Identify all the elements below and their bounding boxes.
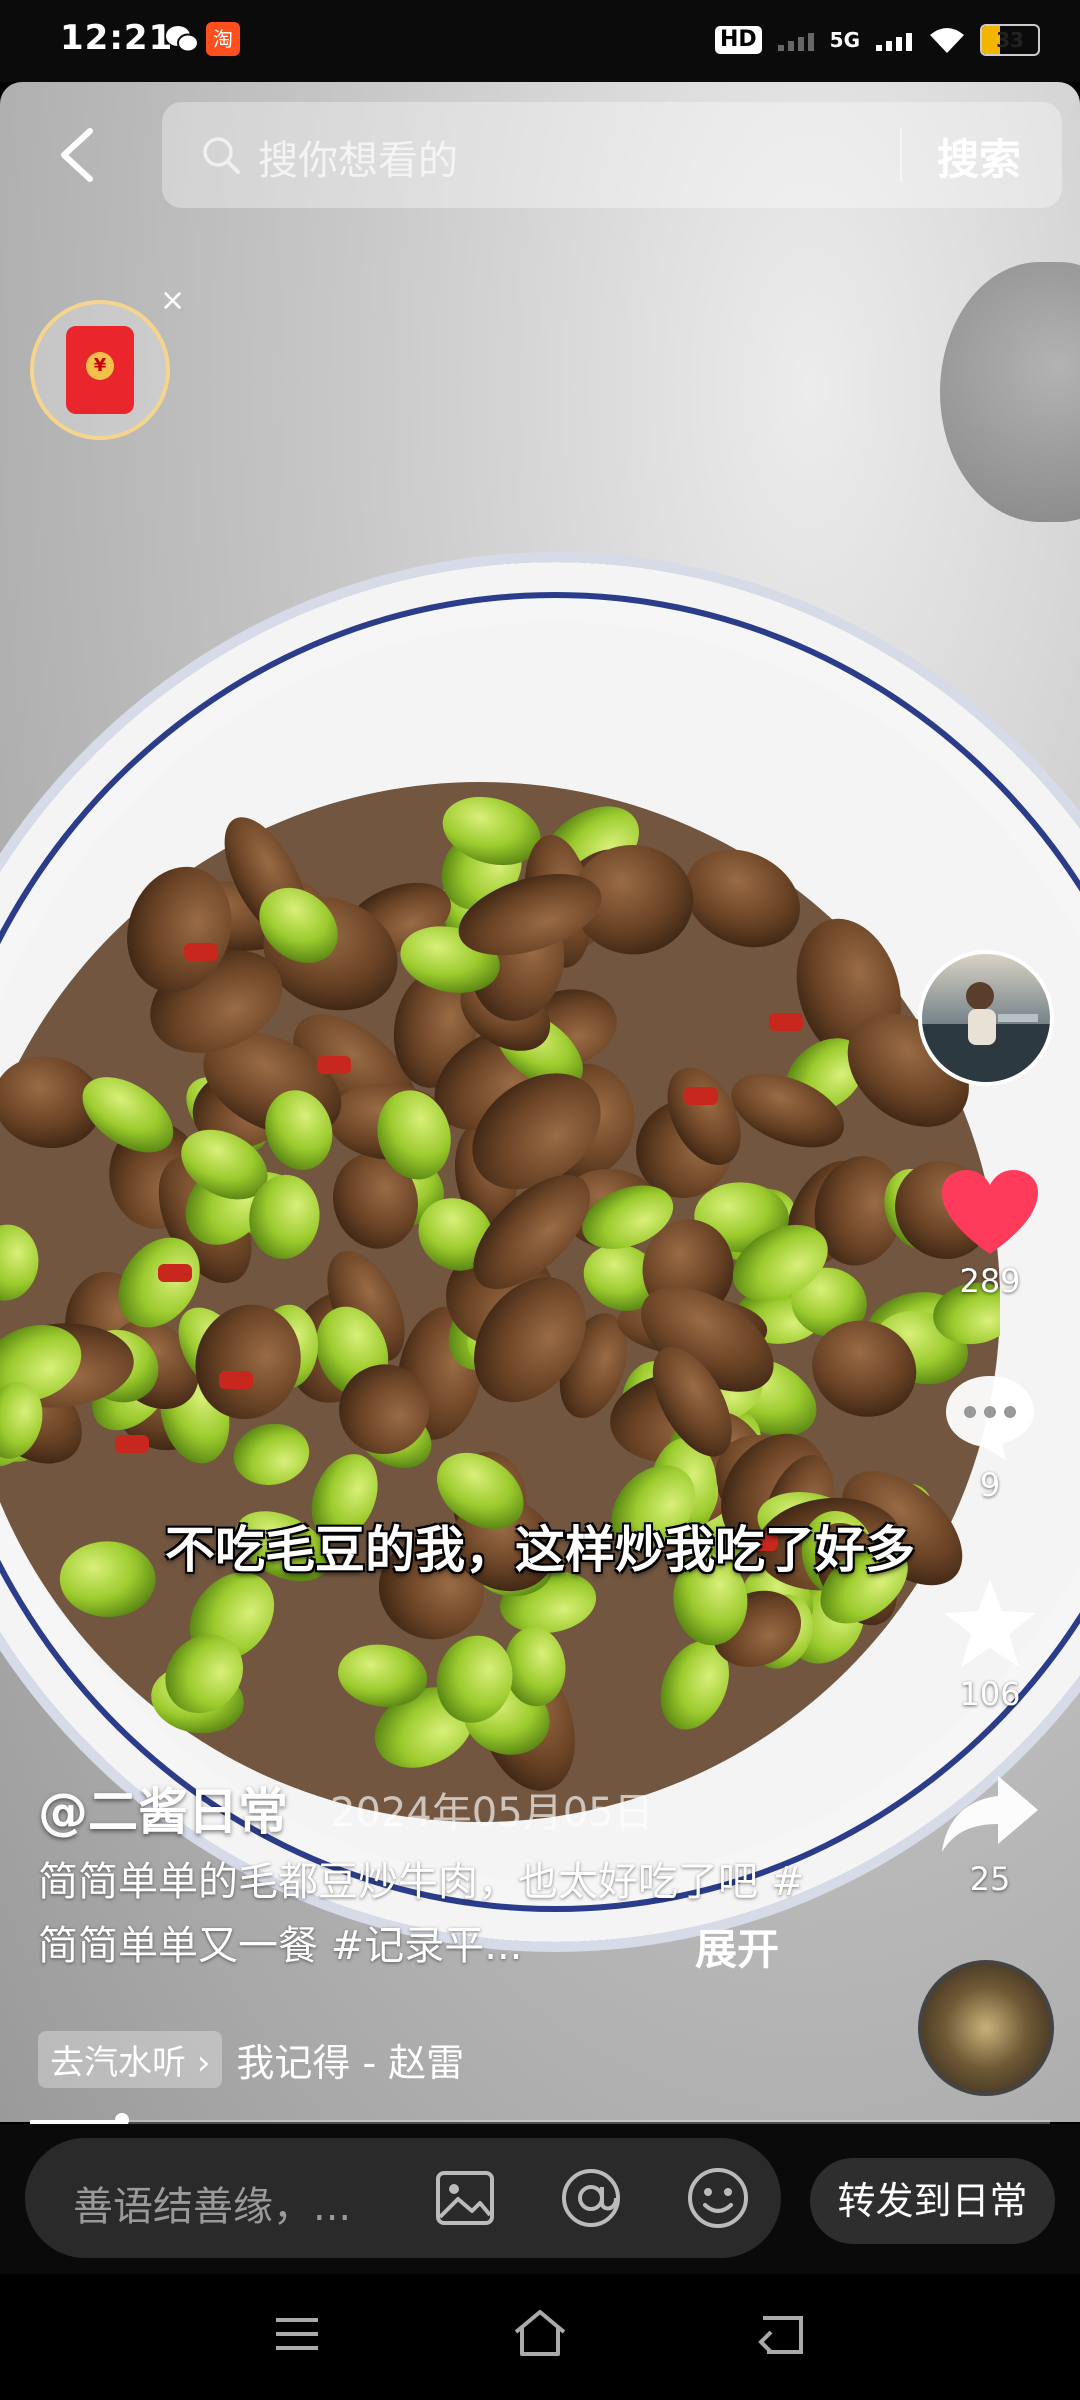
- favorite-count: 106: [959, 1675, 1021, 1713]
- chili-piece: [158, 1264, 192, 1282]
- video-subtitle: 不吃毛豆的我，这样炒我吃了好多: [165, 1521, 915, 1579]
- image-icon[interactable]: [432, 2165, 498, 2231]
- chili-piece: [684, 1087, 718, 1105]
- battery-icon: 33: [980, 24, 1040, 56]
- red-packet-widget[interactable]: ¥: [30, 300, 170, 440]
- chili-piece: [115, 1435, 149, 1453]
- chili-piece: [184, 943, 218, 961]
- like-count: 289: [959, 1262, 1021, 1300]
- author-avatar[interactable]: [918, 950, 1054, 1086]
- yuan-seal-icon: ¥: [86, 352, 114, 380]
- chevron-right-icon: ›: [196, 2042, 211, 2083]
- chili-piece: [317, 1056, 351, 1074]
- share-arrow-icon: [942, 1776, 1038, 1852]
- status-icons: HD 5G 33: [714, 20, 1040, 60]
- background-object: [940, 262, 1080, 522]
- comment-icon: [946, 1376, 1034, 1460]
- network-type: 5G: [829, 28, 860, 52]
- emoji-icon[interactable]: [685, 2165, 751, 2231]
- share-action[interactable]: 25: [915, 1772, 1065, 1898]
- signal-strong-icon: [876, 33, 912, 51]
- music-info[interactable]: 去汽水听 › 我记得 - 赵雷: [38, 2030, 464, 2088]
- search-button[interactable]: 搜索: [937, 126, 1021, 187]
- system-nav-bar: [0, 2274, 1080, 2400]
- search-divider: [900, 128, 902, 182]
- listen-tag-label: 去汽水听: [50, 2042, 186, 2083]
- music-disc[interactable]: [918, 1960, 1054, 2096]
- search-icon: [203, 137, 240, 174]
- comment-placeholder: 善语结善缘，...: [73, 2184, 352, 2230]
- taobao-icon: 淘: [206, 22, 240, 56]
- comment-count: 9: [979, 1466, 1001, 1504]
- chili-piece: [219, 1371, 253, 1389]
- clock: 12:21: [60, 18, 174, 58]
- favorite-action[interactable]: 106: [915, 1575, 1065, 1713]
- expand-button[interactable]: 展开: [695, 1916, 779, 1977]
- signal-weak-icon: [777, 33, 814, 51]
- author-name[interactable]: @二酱日常: [38, 1772, 288, 1844]
- mention-icon[interactable]: [558, 2165, 624, 2231]
- like-action[interactable]: 289: [915, 1168, 1065, 1300]
- wifi-icon: [930, 28, 964, 53]
- status-bar: 12:21 淘 HD 5G 33: [0, 0, 1080, 82]
- wechat-icon: [166, 26, 199, 53]
- hd-icon: HD: [714, 26, 762, 54]
- post-date: 2024年05月05日: [330, 1790, 654, 1836]
- star-icon: [944, 1579, 1036, 1667]
- back-icon[interactable]: [52, 125, 102, 185]
- battery-level: 33: [996, 28, 1024, 52]
- listen-in-qishui-tag[interactable]: 去汽水听 ›: [38, 2030, 223, 2088]
- close-icon[interactable]: ×: [160, 283, 185, 318]
- search-bar[interactable]: 搜你想看的 搜索: [162, 102, 1062, 208]
- search-input[interactable]: 搜你想看的: [258, 128, 458, 186]
- menu-icon[interactable]: [272, 2314, 322, 2354]
- share-count: 25: [969, 1860, 1011, 1898]
- share-to-daily-button[interactable]: 转发到日常: [810, 2158, 1055, 2244]
- home-icon[interactable]: [510, 2308, 570, 2358]
- song-title[interactable]: 我记得 - 赵雷: [236, 2032, 464, 2087]
- comment-input[interactable]: 善语结善缘，...: [25, 2138, 781, 2258]
- comment-action[interactable]: 9: [915, 1372, 1065, 1504]
- heart-icon: [942, 1170, 1038, 1254]
- chili-piece: [769, 1013, 803, 1031]
- back-nav-icon[interactable]: [755, 2312, 807, 2356]
